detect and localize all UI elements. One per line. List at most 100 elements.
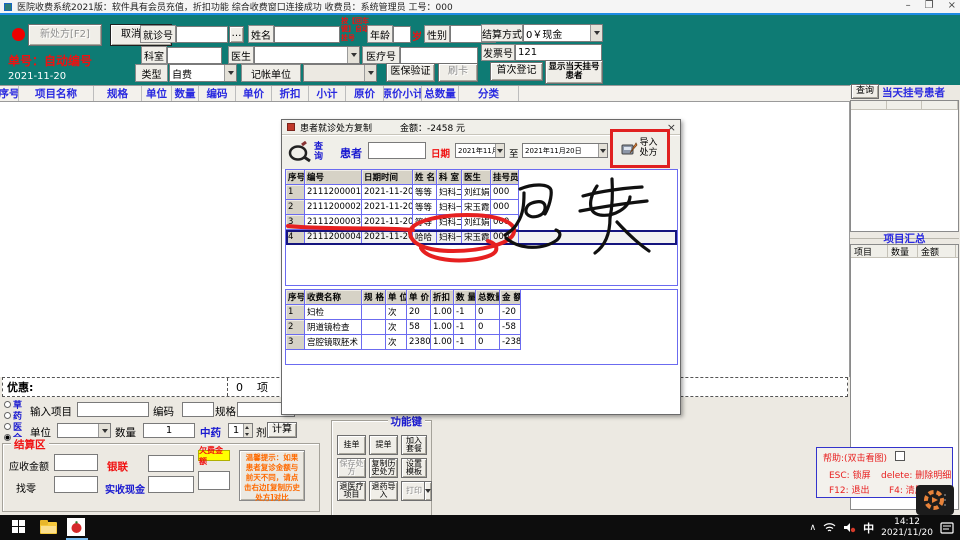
cn-med-stepper[interactable]: 1 xyxy=(228,423,253,438)
stepper-arrows-icon[interactable] xyxy=(243,424,252,437)
radio-icon xyxy=(4,412,11,419)
invoice-no-input[interactable]: 121 xyxy=(515,44,602,61)
today-patients-list[interactable] xyxy=(850,100,959,232)
minimize-button[interactable]: – xyxy=(906,0,911,11)
help-checkbox[interactable] xyxy=(895,451,905,461)
category-radio-医[interactable]: 医 xyxy=(4,421,22,431)
fn-button[interactable]: 复制历史处方 xyxy=(369,458,398,478)
settle-method-select[interactable]: 0￥现金 xyxy=(523,24,603,42)
department-input[interactable] xyxy=(167,47,222,64)
date-to-select[interactable]: 2021年11月20日 xyxy=(522,143,608,158)
record-indicator-icon xyxy=(12,28,25,41)
table-cell: 1 xyxy=(286,185,305,200)
category-radio-草[interactable]: 草 xyxy=(4,399,22,409)
receivable-field[interactable] xyxy=(54,454,98,471)
table-cell: 次 xyxy=(386,305,407,320)
table-cell: 2111200002 xyxy=(305,200,362,215)
chevron-down-icon[interactable] xyxy=(495,144,504,157)
column-header: 项目名称 xyxy=(19,86,94,101)
fn-button[interactable]: 提单 xyxy=(369,435,398,455)
chevron-down-icon[interactable] xyxy=(364,65,376,81)
dialog-query-button[interactable]: 查询 xyxy=(288,138,334,167)
dialog-query-label: 查询 xyxy=(314,143,325,162)
settle-method-label: 结算方式 xyxy=(481,24,523,42)
calc-button[interactable]: 计算 xyxy=(267,422,297,438)
doctor-select[interactable] xyxy=(254,46,360,64)
maximize-button[interactable]: ❐ xyxy=(925,0,934,11)
column-header: 编号 xyxy=(305,170,362,185)
table-row[interactable]: 421112000042021-11-20哈哈妇科一宋玉霞000 xyxy=(286,230,677,245)
close-button[interactable]: × xyxy=(948,0,956,11)
print-dropdown-button[interactable] xyxy=(424,481,432,501)
today-patients-label: 当天挂号患者 xyxy=(882,85,945,100)
auto-register-hint: 按【回车键】自动挂号 xyxy=(341,17,369,42)
table-row[interactable]: 3宫腔镜取胚术次23801.00-10-2380 xyxy=(286,335,677,350)
fn-button[interactable]: 挂单 xyxy=(337,435,366,455)
network-icon[interactable] xyxy=(823,522,836,533)
category-radio-药[interactable]: 药 xyxy=(4,410,22,420)
fn-button[interactable]: 退医疗项目 xyxy=(337,481,366,501)
new-prescription-button[interactable]: 新处方[F2] xyxy=(28,24,102,46)
window-title: 医院收费系统2021版：软件具有会员充值，折扣功能 综合收费窗口连接成功 收费员… xyxy=(17,0,453,13)
table-row[interactable]: 121112000012021-11-20等等妇科二刘红娟000 xyxy=(286,185,677,200)
screen-recorder-icon[interactable] xyxy=(916,485,954,515)
taskbar: ∧ 中 14:12 2021/11/20 xyxy=(0,515,960,540)
spec-label: 规格 xyxy=(215,404,236,419)
code-field[interactable] xyxy=(182,402,214,417)
input-item-label: 输入项目 xyxy=(30,404,72,419)
table-row[interactable]: 2阴道镜检查次581.00-10-58 xyxy=(286,320,677,335)
tray-chevron-icon[interactable]: ∧ xyxy=(810,523,817,533)
qty-field[interactable]: 1 xyxy=(143,423,195,438)
ime-indicator[interactable]: 中 xyxy=(863,520,874,536)
file-explorer-icon[interactable] xyxy=(40,520,58,535)
fn-button[interactable]: 设置模板 xyxy=(401,458,427,478)
medical-no-input[interactable] xyxy=(400,47,478,64)
notification-center-icon[interactable] xyxy=(940,522,954,534)
chevron-down-icon[interactable] xyxy=(98,424,110,437)
start-button[interactable] xyxy=(12,520,26,534)
first-register-button[interactable]: 首次登记 xyxy=(490,62,543,81)
cash-field[interactable] xyxy=(148,476,194,493)
change-field[interactable] xyxy=(54,476,98,493)
fn-button[interactable]: 加入套餐 xyxy=(401,435,427,455)
visit-no-input[interactable] xyxy=(176,26,228,43)
column-header: 规格 xyxy=(94,86,142,101)
column-header: 序号 xyxy=(0,86,19,101)
table-cell: 等等 xyxy=(413,215,437,230)
name-input[interactable] xyxy=(274,26,340,43)
chevron-down-icon[interactable] xyxy=(224,65,236,81)
column-header: 收费名称 xyxy=(305,290,362,305)
table-cell: 次 xyxy=(386,320,407,335)
taskbar-clock[interactable]: 14:12 2021/11/20 xyxy=(881,517,933,539)
fn-button[interactable]: 保存处方 xyxy=(337,458,366,478)
chevron-down-icon[interactable] xyxy=(590,25,602,41)
swipe-card-button[interactable]: 刷卡 xyxy=(438,63,478,82)
age-input[interactable] xyxy=(393,26,411,43)
table-row[interactable]: 321112000032021-11-20等等妇科二刘红娟000 xyxy=(286,215,677,230)
column-header: 科 室 xyxy=(437,170,462,185)
table-row[interactable]: 221112000022021-11-20等等妇科一宋玉霞000 xyxy=(286,200,677,215)
account-unit-select[interactable] xyxy=(303,64,377,82)
help-f12: F12: 退出 xyxy=(829,483,870,496)
billing-app-taskbar-icon[interactable] xyxy=(67,518,85,536)
query-button[interactable]: 查询 xyxy=(851,84,879,99)
type-select[interactable]: 自费 xyxy=(169,64,237,82)
fn-button[interactable]: 退药导入 xyxy=(369,481,398,501)
patient-input[interactable] xyxy=(368,142,426,159)
arrears-field[interactable] xyxy=(198,471,230,490)
dialog-title: 患者就诊处方复制 xyxy=(300,121,372,134)
cn-med-label: 中药 xyxy=(200,425,221,440)
show-today-patients-button[interactable]: 显示当天挂号患者 xyxy=(545,60,603,84)
order-no-label: 单号：自动编号 xyxy=(8,52,92,69)
date-from-select[interactable]: 2021年11月20日 xyxy=(455,143,505,158)
visit-no-browse-button[interactable]: … xyxy=(229,26,244,43)
table-cell: -1 xyxy=(454,305,476,320)
unionpay-field[interactable] xyxy=(148,455,194,472)
chevron-down-icon[interactable] xyxy=(347,47,359,63)
table-row[interactable]: 1妇检次201.00-10-20 xyxy=(286,305,677,320)
input-item-field[interactable] xyxy=(77,402,149,417)
unit-select[interactable] xyxy=(57,423,111,438)
insurance-verify-button[interactable]: 医保验证 xyxy=(386,63,435,82)
speaker-muted-icon[interactable] xyxy=(843,522,856,533)
chevron-down-icon[interactable] xyxy=(598,144,607,157)
